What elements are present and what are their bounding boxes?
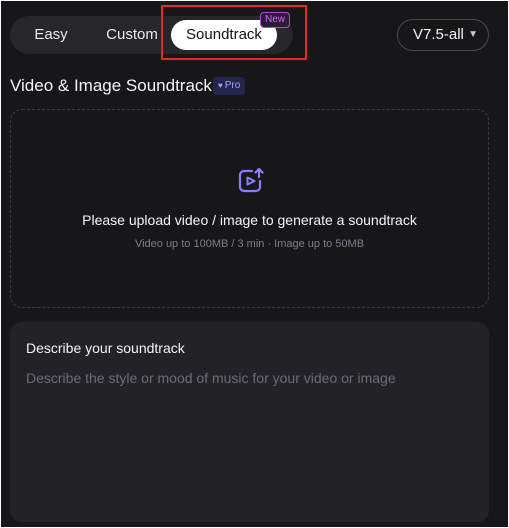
describe-label: Describe your soundtrack: [26, 340, 185, 356]
pro-badge-label: Pro: [224, 80, 241, 91]
chevron-down-icon: ▼: [468, 29, 478, 40]
version-select[interactable]: V7.5-all ▼: [397, 19, 489, 51]
soundtrack-panel: Easy Custom Soundtrack New V7.5-all ▼ Vi…: [1, 1, 508, 527]
tab-easy[interactable]: Easy: [18, 20, 84, 50]
diamond-icon: ♥: [218, 81, 223, 90]
new-badge: New: [260, 12, 291, 28]
upload-media-icon: [238, 167, 264, 193]
version-value: V7.5-all: [413, 26, 464, 43]
describe-section: Describe your soundtrack: [10, 322, 489, 522]
upload-limits-hint: Video up to 100MB / 3 min · Image up to …: [134, 238, 365, 250]
section-title: Video & Image Soundtrack: [10, 76, 212, 95]
describe-input[interactable]: [26, 370, 473, 510]
tab-custom[interactable]: Custom: [92, 20, 172, 50]
mode-tabs: Easy Custom Soundtrack: [10, 16, 293, 54]
upload-title: Please upload video / image to generate …: [82, 212, 417, 228]
upload-dropzone[interactable]: Please upload video / image to generate …: [10, 109, 489, 308]
pro-badge: ♥ Pro: [213, 77, 246, 95]
